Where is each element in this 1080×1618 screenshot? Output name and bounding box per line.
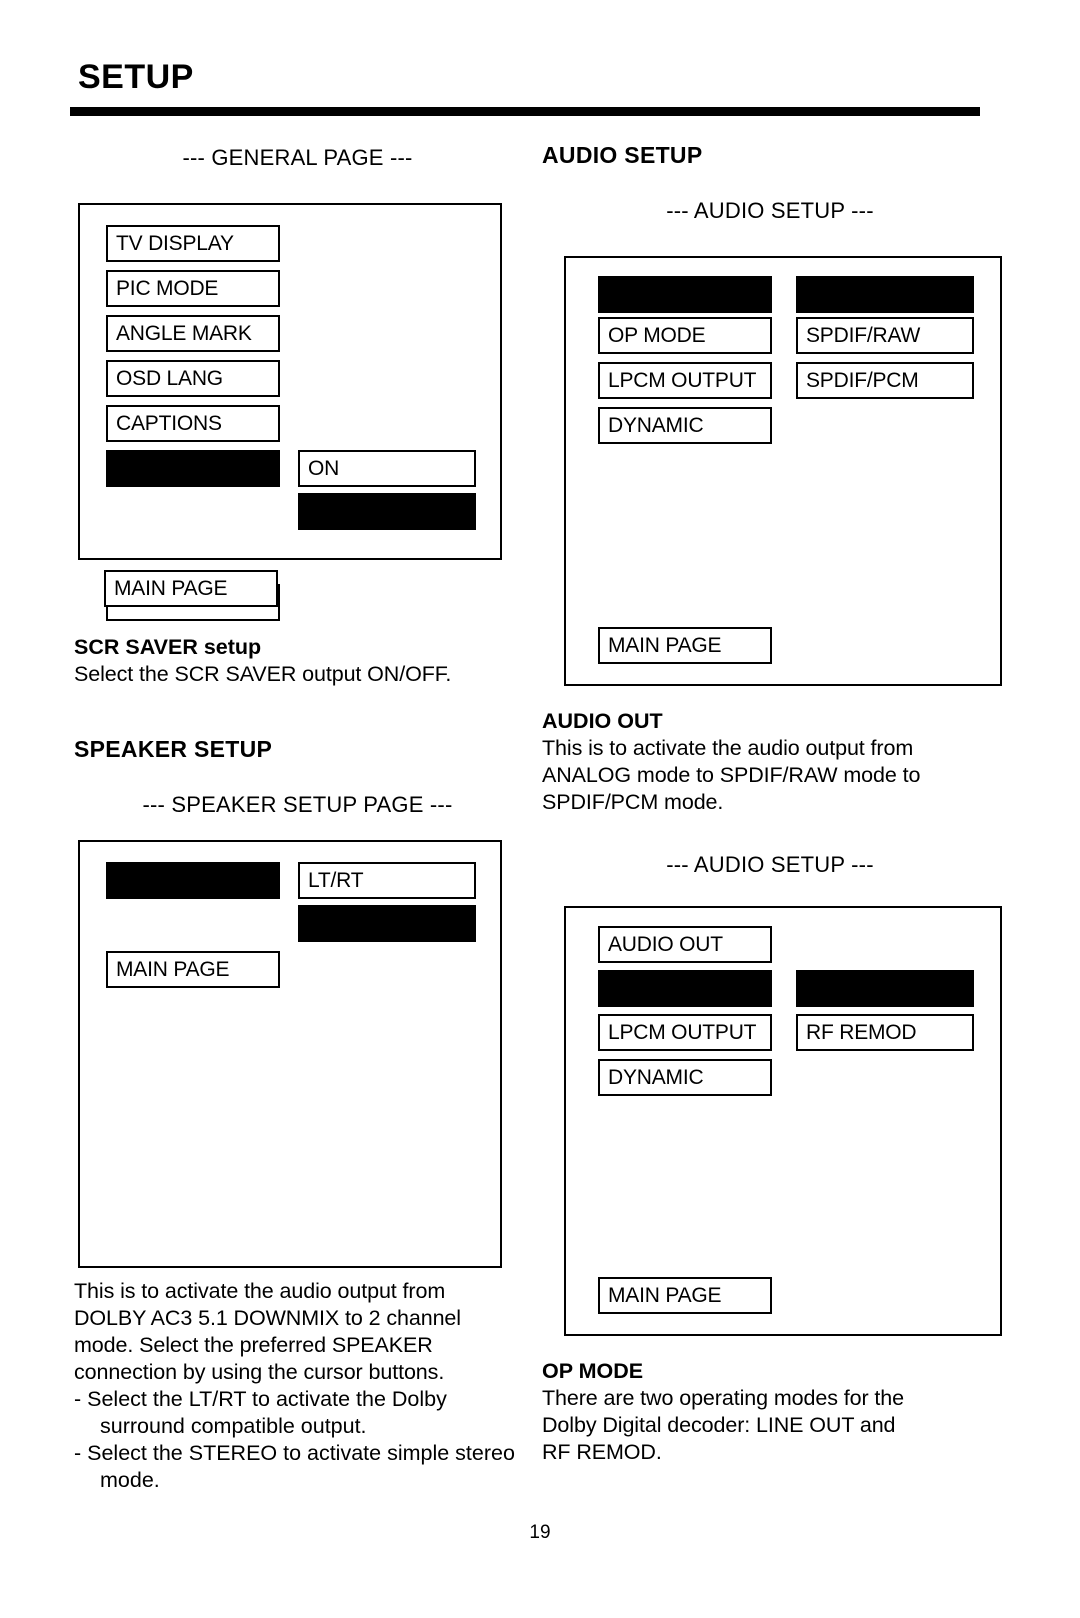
speaker-body-line: DOLBY AC3 5.1 DOWNMIX to 2 channel — [74, 1306, 461, 1330]
osd-menu-item-redacted[interactable] — [106, 862, 280, 899]
op-mode-heading: OP MODE — [542, 1359, 644, 1383]
speaker-body-line: This is to activate the audio output fro… — [74, 1279, 446, 1303]
audio-setup-caption-2: --- AUDIO SETUP --- — [666, 852, 874, 877]
speaker-bullet: - Select the STEREO to activate simple s… — [74, 1441, 515, 1492]
osd-screen-general: TV DISPLAY PIC MODE ANGLE MARK OSD LANG … — [78, 203, 502, 621]
osd-menu-item[interactable]: LPCM OUTPUT — [598, 362, 772, 399]
osd-menu-item-redacted[interactable] — [598, 276, 772, 313]
audio-out-body-line: SPDIF/PCM mode. — [542, 790, 724, 814]
general-page-caption: --- GENERAL PAGE --- — [182, 145, 413, 170]
osd-menu-item[interactable]: AUDIO OUT — [598, 926, 772, 963]
speaker-bullet: - Select the LT/RT to activate the Dolby… — [74, 1387, 447, 1438]
osd-menu-item[interactable]: CAPTIONS — [106, 405, 280, 442]
speaker-body-line: mode. Select the preferred SPEAKER — [74, 1333, 433, 1357]
osd-screen-speaker: LT/RT MAIN PAGE — [78, 840, 502, 1268]
audio-setup-heading: AUDIO SETUP — [542, 142, 703, 168]
osd-menu-item-redacted[interactable] — [598, 970, 772, 1007]
speaker-body-line: connection by using the cursor buttons. — [74, 1360, 445, 1384]
osd-value-item-redacted[interactable] — [796, 276, 974, 313]
osd-value-item-redacted[interactable] — [298, 493, 476, 530]
audio-setup-caption: --- AUDIO SETUP --- — [666, 198, 874, 223]
osd-menu-item-redacted[interactable] — [106, 450, 280, 487]
speaker-setup-heading: SPEAKER SETUP — [74, 736, 273, 762]
osd-value-item[interactable]: ON — [298, 450, 476, 487]
scr-saver-body: Select the SCR SAVER output ON/OFF. — [74, 662, 452, 686]
osd-value-item[interactable]: SPDIF/PCM — [796, 362, 974, 399]
osd-value-item[interactable]: SPDIF/RAW — [796, 317, 974, 354]
osd-value-item[interactable]: LT/RT — [298, 862, 476, 899]
op-mode-body-line: Dolby Digital decoder: LINE OUT and — [542, 1413, 896, 1437]
osd-screen-audio-1: OP MODE LPCM OUTPUT DYNAMIC SPDIF/RAW SP… — [564, 256, 1002, 686]
osd-screen-audio-2: AUDIO OUT LPCM OUTPUT DYNAMIC RF REMOD M… — [564, 906, 1002, 1336]
speaker-setup-caption: --- SPEAKER SETUP PAGE --- — [142, 792, 453, 817]
osd-value-item-redacted[interactable] — [796, 970, 974, 1007]
osd-menu-item[interactable]: TV DISPLAY — [106, 225, 280, 262]
audio-out-body-line: ANALOG mode to SPDIF/RAW mode to — [542, 763, 921, 787]
header-divider — [70, 107, 980, 116]
page-number: 19 — [529, 1522, 551, 1543]
osd-main-page-button-audio-1[interactable]: MAIN PAGE — [598, 627, 772, 664]
osd-main-page-button-speaker[interactable]: MAIN PAGE — [106, 951, 280, 988]
osd-main-page-button-general[interactable]: MAIN PAGE — [104, 570, 278, 607]
osd-menu-item[interactable]: DYNAMIC — [598, 407, 772, 444]
osd-value-item-redacted[interactable] — [298, 905, 476, 942]
osd-menu-item[interactable]: OP MODE — [598, 317, 772, 354]
osd-menu-item[interactable]: OSD LANG — [106, 360, 280, 397]
op-mode-body-line: RF REMOD. — [542, 1440, 662, 1464]
document-page: SETUP --- GENERAL PAGE --- TV DISPLAY PI… — [0, 0, 1080, 1618]
osd-menu-item[interactable]: LPCM OUTPUT — [598, 1014, 772, 1051]
page-title: SETUP — [78, 58, 194, 96]
osd-menu-item[interactable]: PIC MODE — [106, 270, 280, 307]
osd-menu-item[interactable]: DYNAMIC — [598, 1059, 772, 1096]
osd-value-item[interactable]: RF REMOD — [796, 1014, 974, 1051]
osd-menu-item[interactable]: ANGLE MARK — [106, 315, 280, 352]
osd-main-page-button-audio-2[interactable]: MAIN PAGE — [598, 1277, 772, 1314]
op-mode-body-line: There are two operating modes for the — [542, 1386, 904, 1410]
audio-out-heading: AUDIO OUT — [542, 709, 663, 733]
audio-out-body-line: This is to activate the audio output fro… — [542, 736, 914, 760]
scr-saver-heading: SCR SAVER setup — [74, 635, 262, 659]
